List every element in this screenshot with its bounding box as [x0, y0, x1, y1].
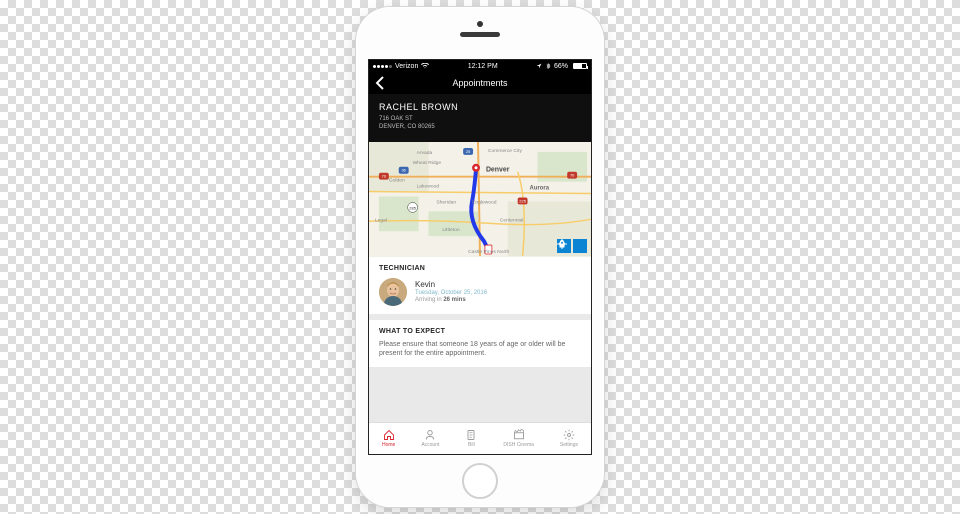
- status-bar: Verizon 12:12 PM 66%: [369, 60, 591, 72]
- cinema-icon: [513, 429, 525, 441]
- battery-icon: [571, 63, 587, 69]
- bluetooth-icon: [545, 63, 551, 69]
- home-icon: [383, 429, 395, 441]
- phone-speaker: [460, 32, 500, 37]
- settings-icon: [563, 429, 575, 441]
- customer-address-line2: DENVER, CO 80265: [379, 124, 581, 132]
- content-scroll[interactable]: Denver Arvada Commerce City Wheat Ridge …: [369, 142, 591, 422]
- svg-text:285: 285: [409, 205, 416, 210]
- expect-body: Please ensure that someone 18 years of a…: [379, 340, 581, 360]
- expect-card: WHAT TO EXPECT Please ensure that someon…: [369, 320, 591, 368]
- signal-dots-icon: [373, 65, 392, 68]
- technician-name: Kevin: [415, 280, 487, 289]
- tab-home[interactable]: Home: [382, 429, 395, 448]
- svg-text:225: 225: [519, 198, 526, 203]
- wifi-icon: [421, 63, 429, 69]
- customer-header: RACHEL BROWN 716 OAK ST DENVER, CO 80265: [369, 94, 591, 142]
- carrier-label: Verizon: [395, 63, 418, 70]
- technician-row[interactable]: Kevin Tuesday, October 25, 2016 Arriving…: [379, 278, 581, 306]
- phone-camera: [477, 21, 483, 27]
- tab-cinema[interactable]: DISH Cinema: [503, 429, 534, 448]
- lock-button[interactable]: [573, 239, 587, 253]
- technician-arrival: Arriving in 26 mins: [415, 297, 487, 303]
- bill-icon: [465, 429, 477, 441]
- technician-avatar: [379, 278, 407, 306]
- svg-text:Sheridan: Sheridan: [436, 199, 456, 205]
- tab-bill[interactable]: Bill: [465, 429, 477, 448]
- technician-card: TECHNICIAN Kevi: [369, 257, 591, 314]
- svg-text:Littleton: Littleton: [442, 227, 460, 233]
- tab-account[interactable]: Account: [421, 429, 439, 448]
- svg-text:Legal: Legal: [375, 217, 387, 223]
- svg-text:Golden: Golden: [389, 177, 405, 183]
- account-icon: [424, 429, 436, 441]
- technician-date: Tuesday, October 25, 2016: [415, 290, 487, 296]
- page-title: Appointments: [452, 78, 507, 88]
- svg-text:Castle Pines North: Castle Pines North: [468, 249, 509, 255]
- clock-label: 12:12 PM: [468, 63, 498, 70]
- nav-bar: Appointments: [369, 72, 591, 94]
- back-icon[interactable]: [375, 76, 385, 90]
- svg-text:Commerce City: Commerce City: [488, 148, 523, 154]
- phone-frame: Verizon 12:12 PM 66%: [356, 7, 604, 507]
- svg-text:Centennial: Centennial: [500, 217, 524, 223]
- svg-text:Wheat Ridge: Wheat Ridge: [413, 159, 442, 165]
- svg-text:Denver: Denver: [486, 166, 510, 173]
- svg-text:Lakewood: Lakewood: [417, 183, 440, 189]
- svg-text:Aurora: Aurora: [530, 185, 550, 191]
- tab-settings[interactable]: Settings: [560, 429, 578, 448]
- customer-address-line1: 716 OAK ST: [379, 116, 581, 124]
- tab-bar: Home Account Bill DISH Cinema Settings: [369, 422, 591, 454]
- map-view[interactable]: Denver Arvada Commerce City Wheat Ridge …: [369, 142, 591, 257]
- expect-section-title: WHAT TO EXPECT: [379, 328, 581, 335]
- technician-section-title: TECHNICIAN: [379, 265, 581, 272]
- battery-percent-label: 66%: [554, 63, 568, 70]
- location-arrow-icon: [536, 63, 542, 69]
- screen: Verizon 12:12 PM 66%: [368, 59, 592, 455]
- home-button[interactable]: [462, 463, 498, 499]
- svg-text:Arvada: Arvada: [417, 149, 433, 155]
- svg-text:Englewood: Englewood: [472, 199, 497, 205]
- customer-name: RACHEL BROWN: [379, 102, 581, 112]
